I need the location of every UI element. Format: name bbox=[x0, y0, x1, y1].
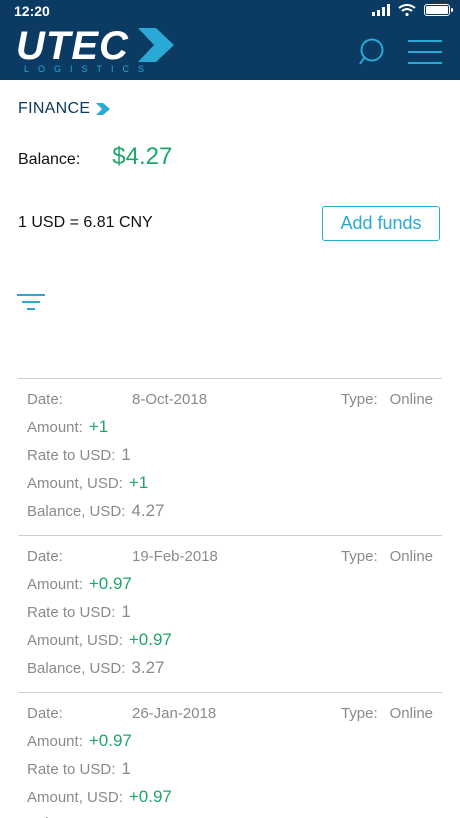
balance-summary: Balance: $4.27 bbox=[18, 143, 172, 171]
amount-usd-value: +0.97 bbox=[128, 630, 172, 649]
chevron-right-icon bbox=[96, 103, 111, 115]
exchange-rate: 1 USD = 6.81 CNY bbox=[18, 214, 153, 231]
type-label: Type: bbox=[340, 705, 378, 722]
rate-label: Rate to USD: bbox=[27, 761, 116, 778]
type-label: Type: bbox=[340, 391, 378, 408]
amount-value: +1 bbox=[88, 417, 109, 436]
transaction-date: 19-Feb-2018 bbox=[132, 548, 218, 565]
date-label: Date: bbox=[27, 391, 63, 408]
add-funds-button[interactable]: Add funds bbox=[322, 206, 440, 241]
type-value: Online bbox=[389, 705, 433, 722]
amount-value: +0.97 bbox=[88, 731, 132, 750]
amount-usd-value: +0.97 bbox=[128, 787, 172, 806]
balance-usd-label: Balance, USD: bbox=[27, 503, 126, 520]
amount-usd-label: Amount, USD: bbox=[27, 475, 123, 492]
search-icon[interactable] bbox=[358, 38, 386, 66]
logo-chevron-icon bbox=[138, 28, 174, 62]
breadcrumb-finance: FINANCE bbox=[18, 100, 91, 117]
battery-icon bbox=[424, 4, 453, 16]
rate-value: 1 bbox=[121, 445, 131, 464]
balance-usd-value: 3.27 bbox=[131, 658, 165, 677]
rate-value: 1 bbox=[121, 759, 131, 778]
transaction-type: Type: Online bbox=[341, 548, 433, 565]
type-value: Online bbox=[389, 548, 433, 565]
rate-label: Rate to USD: bbox=[27, 447, 116, 464]
amount-usd-label: Amount, USD: bbox=[27, 789, 123, 806]
app-header: 12:20 UTEC LOGISTICS bbox=[0, 0, 460, 80]
amount-label: Amount: bbox=[27, 419, 83, 436]
wifi-icon bbox=[398, 4, 416, 16]
logo-text: UTEC bbox=[16, 24, 129, 68]
amount-value: +0.97 bbox=[88, 574, 132, 593]
transaction-date: 8-Oct-2018 bbox=[132, 391, 208, 408]
utec-logo[interactable]: UTEC LOGISTICS bbox=[16, 26, 176, 76]
breadcrumb[interactable]: FINANCE bbox=[18, 100, 111, 118]
date-label: Date: bbox=[27, 705, 63, 722]
rate-value: 1 bbox=[121, 602, 131, 621]
transaction-item[interactable]: Date: 8-Oct-2018 Type: Online Amount: +1 R… bbox=[18, 378, 442, 535]
type-label: Type: bbox=[340, 548, 378, 565]
status-time: 12:20 bbox=[14, 3, 50, 19]
transaction-type: Type: Online bbox=[341, 705, 433, 722]
transaction-item[interactable]: Date: 26-Jan-2018 Type: Online Amount: +0.… bbox=[18, 692, 442, 818]
balance-usd-value: 4.27 bbox=[131, 501, 165, 520]
type-value: Online bbox=[389, 391, 433, 408]
amount-usd-value: +1 bbox=[128, 473, 149, 492]
rate-label: Rate to USD: bbox=[27, 604, 116, 621]
balance-value: $4.27 bbox=[112, 143, 173, 170]
date-label: Date: bbox=[27, 548, 63, 565]
filter-icon[interactable] bbox=[17, 292, 45, 312]
balance-usd-label: Balance, USD: bbox=[27, 660, 126, 677]
amount-label: Amount: bbox=[27, 576, 83, 593]
transaction-type: Type: Online bbox=[341, 391, 433, 408]
transaction-date: 26-Jan-2018 bbox=[132, 705, 217, 722]
signal-icon bbox=[372, 4, 390, 16]
status-icons bbox=[372, 4, 453, 16]
transaction-item[interactable]: Date: 19-Feb-2018 Type: Online Amount: +0.… bbox=[18, 535, 442, 692]
transaction-list: Date: 8-Oct-2018 Type: Online Amount: +1 R… bbox=[18, 378, 442, 818]
hamburger-menu-icon[interactable] bbox=[408, 40, 442, 64]
amount-label: Amount: bbox=[27, 733, 83, 750]
balance-label: Balance: bbox=[18, 151, 81, 168]
amount-usd-label: Amount, USD: bbox=[27, 632, 123, 649]
logo-subtitle: LOGISTICS bbox=[24, 64, 154, 74]
